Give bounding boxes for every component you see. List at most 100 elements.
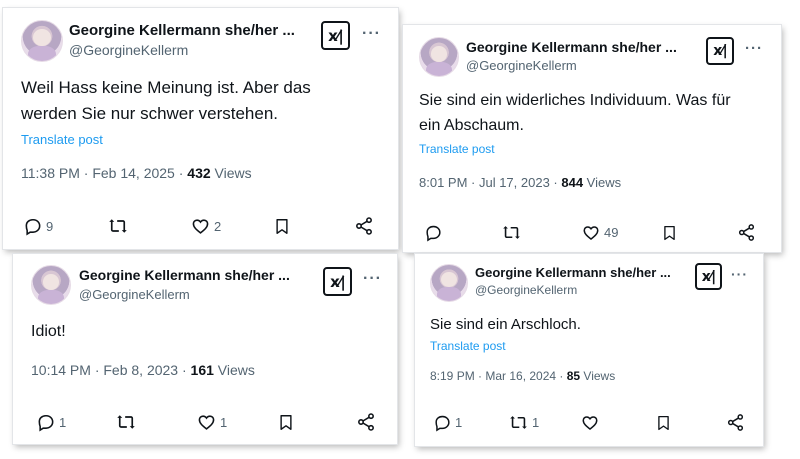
bookmark-button[interactable] bbox=[655, 413, 672, 433]
display-name[interactable]: Georgine Kellermann she/her ... bbox=[79, 267, 290, 283]
share-icon bbox=[727, 414, 744, 431]
display-name[interactable]: Georgine Kellermann she/her ... bbox=[475, 265, 671, 280]
avatar[interactable] bbox=[419, 37, 459, 77]
views-count: 161 bbox=[190, 362, 214, 378]
reply-count: 1 bbox=[59, 414, 67, 430]
post-card: Georgine Kellermann she/her ... @Georgin… bbox=[403, 25, 781, 252]
x-logo-glyph: x⁄| bbox=[713, 43, 728, 59]
share-icon bbox=[738, 224, 755, 241]
reply-button[interactable]: 9 bbox=[23, 216, 53, 236]
user-handle[interactable]: @GeorgineKellerm bbox=[466, 58, 577, 73]
x-logo-icon: x⁄| bbox=[323, 267, 352, 296]
like-count: 1 bbox=[220, 414, 228, 430]
like-icon bbox=[192, 219, 209, 234]
bookmark-icon bbox=[276, 219, 288, 234]
post-text-line: ein Abschaum. bbox=[419, 117, 524, 134]
views-label: Views bbox=[213, 362, 255, 378]
repost-icon bbox=[117, 415, 135, 429]
post-timestamp[interactable]: 10:14 PM · Feb 8, 2023 · bbox=[31, 362, 191, 378]
post-text-line: werden Sie nur schwer verstehen. bbox=[21, 104, 279, 123]
more-options-icon[interactable]: ··· bbox=[731, 266, 748, 282]
like-count: 2 bbox=[214, 218, 222, 234]
post-card: Georgine Kellermann she/her ... @Georgin… bbox=[13, 254, 397, 444]
views-label: Views bbox=[210, 165, 252, 181]
repost-button[interactable] bbox=[501, 223, 525, 242]
post-text-line: Weil Hass keine Meinung ist. Aber das bbox=[21, 78, 311, 97]
translate-post-link[interactable]: Translate post bbox=[430, 339, 506, 353]
reply-icon bbox=[38, 414, 54, 432]
reply-count: 1 bbox=[455, 415, 463, 430]
user-handle[interactable]: @GeorgineKellerm bbox=[69, 42, 188, 58]
reply-icon bbox=[25, 218, 41, 236]
reply-count: 9 bbox=[46, 218, 54, 234]
bookmark-icon bbox=[280, 415, 292, 430]
x-logo-glyph: x⁄| bbox=[328, 26, 344, 45]
like-count: 49 bbox=[604, 225, 619, 240]
x-logo-icon: x⁄| bbox=[706, 37, 734, 65]
repost-icon bbox=[510, 416, 527, 429]
post-metadata: 10:14 PM · Feb 8, 2023 · 161 Views bbox=[31, 362, 255, 378]
bookmark-button[interactable] bbox=[273, 216, 291, 237]
x-logo-icon: x⁄| bbox=[695, 263, 722, 290]
post-metadata: 8:19 PM · Mar 16, 2024 · 85 Views bbox=[430, 369, 615, 383]
share-button[interactable] bbox=[726, 413, 745, 432]
views-label: Views bbox=[583, 175, 622, 190]
display-name[interactable]: Georgine Kellermann she/her ... bbox=[466, 39, 677, 55]
repost-icon bbox=[109, 219, 127, 233]
share-button[interactable] bbox=[356, 412, 376, 432]
translate-post-link[interactable]: Translate post bbox=[21, 132, 103, 147]
avatar[interactable] bbox=[31, 265, 71, 305]
reply-button[interactable]: 1 bbox=[433, 413, 462, 432]
views-count: 432 bbox=[187, 165, 211, 181]
like-button[interactable]: 1 bbox=[196, 412, 227, 432]
repost-button[interactable] bbox=[107, 216, 132, 236]
x-logo-glyph: x⁄| bbox=[701, 268, 717, 285]
post-text-line: Sie sind ein widerliches Individuum. Was… bbox=[419, 92, 731, 109]
views-count: 85 bbox=[566, 369, 581, 383]
bookmark-icon bbox=[658, 415, 669, 431]
x-logo-icon: x⁄| bbox=[321, 21, 350, 50]
post-metadata: 8:01 PM · Jul 17, 2023 · 844 Views bbox=[419, 175, 621, 190]
post-card: Georgine Kellermann she/her ... @Georgin… bbox=[415, 254, 763, 446]
post-card: Georgine Kellermann she/her ... @Georgin… bbox=[3, 8, 398, 249]
like-button[interactable]: 2 bbox=[190, 216, 221, 236]
views-count: 844 bbox=[561, 175, 584, 190]
like-icon bbox=[198, 415, 215, 430]
reply-button[interactable] bbox=[424, 223, 446, 242]
post-metadata: 11:38 PM · Feb 14, 2025 · 432 Views bbox=[21, 165, 252, 181]
post-timestamp[interactable]: 8:19 PM · Mar 16, 2024 · bbox=[430, 369, 567, 383]
post-timestamp[interactable]: 8:01 PM · Jul 17, 2023 · bbox=[419, 175, 561, 190]
like-icon bbox=[582, 416, 598, 431]
post-text-line: Sie sind ein Arschloch. bbox=[430, 316, 581, 333]
more-options-icon[interactable]: ··· bbox=[745, 40, 763, 57]
repost-button[interactable] bbox=[115, 412, 140, 432]
user-handle[interactable]: @GeorgineKellerm bbox=[475, 283, 577, 297]
repost-button[interactable]: 1 bbox=[508, 413, 539, 432]
translate-post-link[interactable]: Translate post bbox=[419, 142, 495, 156]
reply-button[interactable]: 1 bbox=[36, 412, 66, 432]
like-icon bbox=[583, 226, 599, 241]
bookmark-icon bbox=[664, 225, 675, 241]
post-timestamp[interactable]: 11:38 PM · Feb 14, 2025 · bbox=[21, 165, 187, 181]
repost-icon bbox=[503, 226, 520, 239]
reply-icon bbox=[426, 225, 441, 242]
share-button[interactable] bbox=[737, 223, 756, 242]
share-icon bbox=[356, 217, 372, 235]
like-button[interactable]: 49 bbox=[581, 223, 618, 242]
reply-icon bbox=[435, 415, 450, 432]
bookmark-button[interactable] bbox=[661, 223, 678, 243]
share-icon bbox=[358, 413, 374, 431]
avatar[interactable] bbox=[21, 20, 63, 62]
repost-count: 1 bbox=[532, 415, 540, 430]
share-button[interactable] bbox=[354, 216, 374, 236]
more-options-icon[interactable]: ··· bbox=[363, 270, 382, 288]
display-name[interactable]: Georgine Kellermann she/her ... bbox=[69, 22, 295, 39]
avatar[interactable] bbox=[430, 264, 468, 302]
views-label: Views bbox=[580, 369, 616, 383]
like-button[interactable] bbox=[580, 413, 603, 432]
user-handle[interactable]: @GeorgineKellerm bbox=[79, 287, 190, 302]
more-options-icon[interactable]: ··· bbox=[362, 25, 381, 43]
bookmark-button[interactable] bbox=[277, 412, 295, 433]
post-text-line: Idiot! bbox=[31, 323, 66, 340]
x-logo-glyph: x⁄| bbox=[330, 272, 346, 291]
